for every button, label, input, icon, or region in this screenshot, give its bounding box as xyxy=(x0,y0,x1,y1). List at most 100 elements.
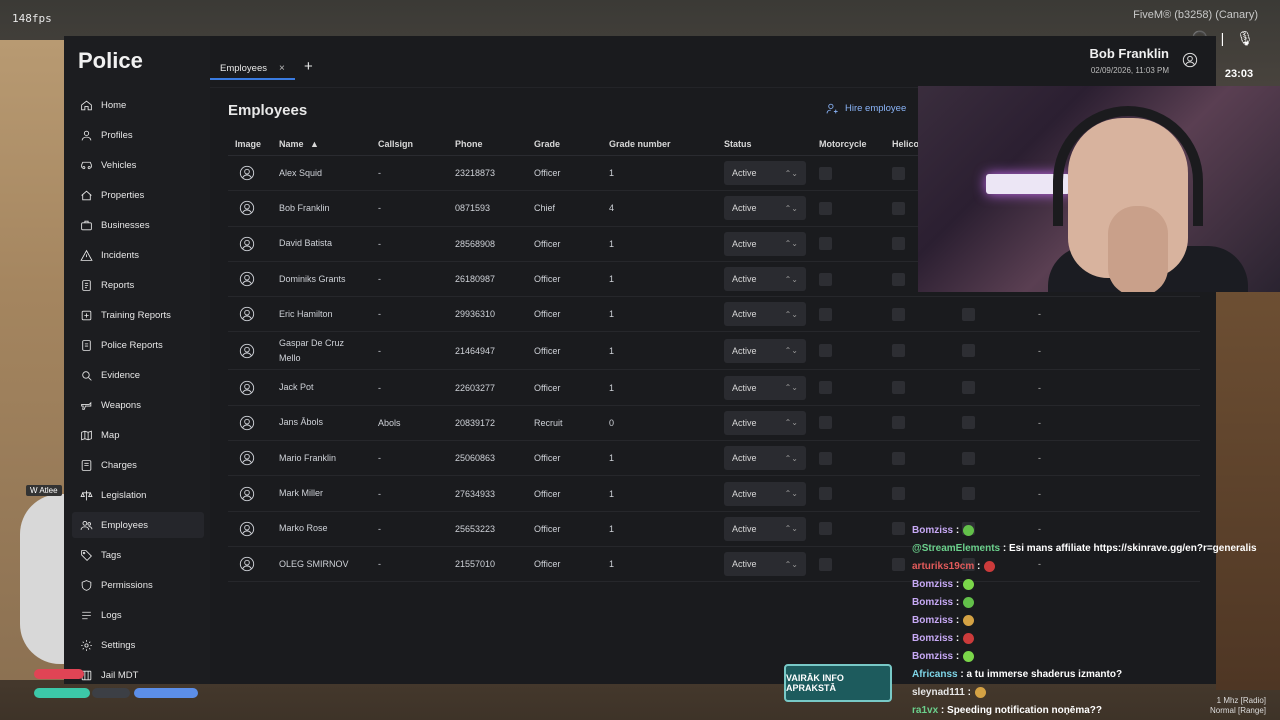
table-row[interactable]: Mario Franklin - 25060863 Officer 1 Active ⌃⌄ - xyxy=(228,441,1200,477)
extra-checkbox[interactable] xyxy=(962,451,975,465)
col-grade-number[interactable]: Grade number xyxy=(609,139,671,149)
user-avatar-icon[interactable] xyxy=(1182,52,1198,73)
status-select[interactable]: Active ⌃⌄ xyxy=(724,231,806,256)
motorcycle-checkbox[interactable] xyxy=(819,381,832,395)
table-row[interactable]: Mark Miller - 27634933 Officer 1 Active ⌃⌄ - xyxy=(228,476,1200,512)
motorcycle-checkbox[interactable] xyxy=(819,522,832,536)
sidebar-item-vehicles[interactable]: Vehicles xyxy=(72,152,204,178)
motorcycle-checkbox[interactable] xyxy=(819,237,832,251)
employee-grade-number: 4 xyxy=(609,203,615,214)
col-name[interactable]: Name ▲ xyxy=(279,139,319,149)
sidebar-item-training-reports[interactable]: Training Reports xyxy=(72,302,204,328)
motorcycle-checkbox[interactable] xyxy=(819,451,832,465)
employee-callsign: Abols xyxy=(378,417,401,428)
sidebar-item-evidence[interactable]: Evidence xyxy=(72,362,204,388)
table-row[interactable]: Jack Pot - 22603277 Officer 1 Active ⌃⌄ - xyxy=(228,370,1200,406)
sidebar-item-incidents[interactable]: Incidents xyxy=(72,242,204,268)
sidebar-item-businesses[interactable]: Businesses xyxy=(72,212,204,238)
sidebar-item-reports[interactable]: Reports xyxy=(72,272,204,298)
employee-grade-number: 1 xyxy=(609,309,615,320)
chevron-updown-icon: ⌃⌄ xyxy=(784,239,798,249)
sidebar-item-home[interactable]: Home xyxy=(72,92,204,118)
chevron-updown-icon: ⌃⌄ xyxy=(784,309,798,319)
status-select[interactable]: Active ⌃⌄ xyxy=(724,516,806,541)
sidebar-item-map[interactable]: Map xyxy=(72,422,204,448)
helicopter-checkbox[interactable] xyxy=(892,522,905,536)
table-row[interactable]: Gaspar De Cruz Mello - 21464947 Officer 1 Act… xyxy=(228,332,1200,371)
hire-employee-button[interactable]: Hire employee xyxy=(826,102,906,115)
extra-checkbox[interactable] xyxy=(962,307,975,321)
helicopter-checkbox[interactable] xyxy=(892,416,905,430)
col-callsign[interactable]: Callsign xyxy=(378,139,413,149)
sidebar-item-tags[interactable]: Tags xyxy=(72,542,204,568)
motorcycle-checkbox[interactable] xyxy=(819,416,832,430)
sidebar-item-permissions[interactable]: Permissions xyxy=(72,572,204,598)
helicopter-checkbox[interactable] xyxy=(892,557,905,571)
sidebar-item-charges[interactable]: Charges xyxy=(72,452,204,478)
sidebar-item-label: Employees xyxy=(101,519,148,531)
sidebar-item-label: Reports xyxy=(101,279,135,291)
sidebar-item-profiles[interactable]: Profiles xyxy=(72,122,204,148)
add-tab-button[interactable]: + xyxy=(304,58,313,75)
table-row[interactable]: Eric Hamilton - 29936310 Officer 1 Active ⌃⌄ - xyxy=(228,297,1200,333)
chevron-updown-icon: ⌃⌄ xyxy=(784,168,798,178)
employee-avatar-icon xyxy=(239,547,255,581)
status-select[interactable]: Active ⌃⌄ xyxy=(724,446,806,471)
status-select[interactable]: Active ⌃⌄ xyxy=(724,375,806,400)
status-select[interactable]: Active ⌃⌄ xyxy=(724,410,806,435)
extra-checkbox[interactable] xyxy=(962,381,975,395)
status-select[interactable]: Active ⌃⌄ xyxy=(724,338,806,363)
motorcycle-checkbox[interactable] xyxy=(819,272,832,286)
sidebar-item-weapons[interactable]: Weapons xyxy=(72,392,204,418)
chat-text: Speeding notification noņēma?? xyxy=(944,705,1103,716)
sidebar-item-settings[interactable]: Settings xyxy=(72,632,204,658)
status-select[interactable]: Active ⌃⌄ xyxy=(724,267,806,292)
employee-callsign: - xyxy=(378,453,381,464)
helicopter-checkbox[interactable] xyxy=(892,487,905,501)
close-icon[interactable]: × xyxy=(279,63,285,74)
helicopter-checkbox[interactable] xyxy=(892,272,905,286)
extra-checkbox[interactable] xyxy=(962,416,975,430)
col-helicopter[interactable]: Helico xyxy=(892,139,919,149)
status-select[interactable]: Active ⌃⌄ xyxy=(724,552,806,577)
extra-checkbox[interactable] xyxy=(962,344,975,358)
helicopter-checkbox[interactable] xyxy=(892,344,905,358)
sidebar-item-properties[interactable]: Properties xyxy=(72,182,204,208)
table-row[interactable]: Jans Ābols Abols 20839172 Recruit 0 Active ⌃⌄ - xyxy=(228,406,1200,442)
motorcycle-checkbox[interactable] xyxy=(819,557,832,571)
tab-employees[interactable]: Employees × xyxy=(210,58,295,80)
helicopter-checkbox[interactable] xyxy=(892,307,905,321)
status-select[interactable]: Active ⌃⌄ xyxy=(724,302,806,327)
motorcycle-cell xyxy=(819,406,832,440)
sidebar-item-jail-mdt[interactable]: Jail MDT xyxy=(72,662,204,688)
helicopter-checkbox[interactable] xyxy=(892,201,905,215)
employee-name: Marko Rose xyxy=(279,523,328,534)
helicopter-checkbox[interactable] xyxy=(892,381,905,395)
status-select[interactable]: Active ⌃⌄ xyxy=(724,481,806,506)
helicopter-checkbox[interactable] xyxy=(892,166,905,180)
chat-separator: : xyxy=(974,561,981,572)
helicopter-checkbox[interactable] xyxy=(892,237,905,251)
col-grade[interactable]: Grade xyxy=(534,139,560,149)
emote-icon xyxy=(963,596,975,608)
helicopter-checkbox[interactable] xyxy=(892,451,905,465)
extra-checkbox[interactable] xyxy=(962,487,975,501)
status-select[interactable]: Active ⌃⌄ xyxy=(724,161,806,186)
col-status[interactable]: Status xyxy=(724,139,752,149)
motorcycle-checkbox[interactable] xyxy=(819,201,832,215)
emote-icon xyxy=(963,614,975,626)
sidebar-item-logs[interactable]: Logs xyxy=(72,602,204,628)
cam-tag: W Atlee xyxy=(26,485,62,496)
status-select-wrap: Active ⌃⌄ xyxy=(724,547,806,581)
chat-separator: : xyxy=(964,687,971,698)
motorcycle-checkbox[interactable] xyxy=(819,487,832,501)
col-phone[interactable]: Phone xyxy=(455,139,483,149)
motorcycle-checkbox[interactable] xyxy=(819,344,832,358)
status-select[interactable]: Active ⌃⌄ xyxy=(724,196,806,221)
motorcycle-checkbox[interactable] xyxy=(819,166,832,180)
sidebar-item-legislation[interactable]: Legislation xyxy=(72,482,204,508)
col-motorcycle[interactable]: Motorcycle xyxy=(819,139,867,149)
sidebar-item-employees[interactable]: Employees xyxy=(72,512,204,538)
sidebar-item-police-reports[interactable]: Police Reports xyxy=(72,332,204,358)
motorcycle-checkbox[interactable] xyxy=(819,307,832,321)
